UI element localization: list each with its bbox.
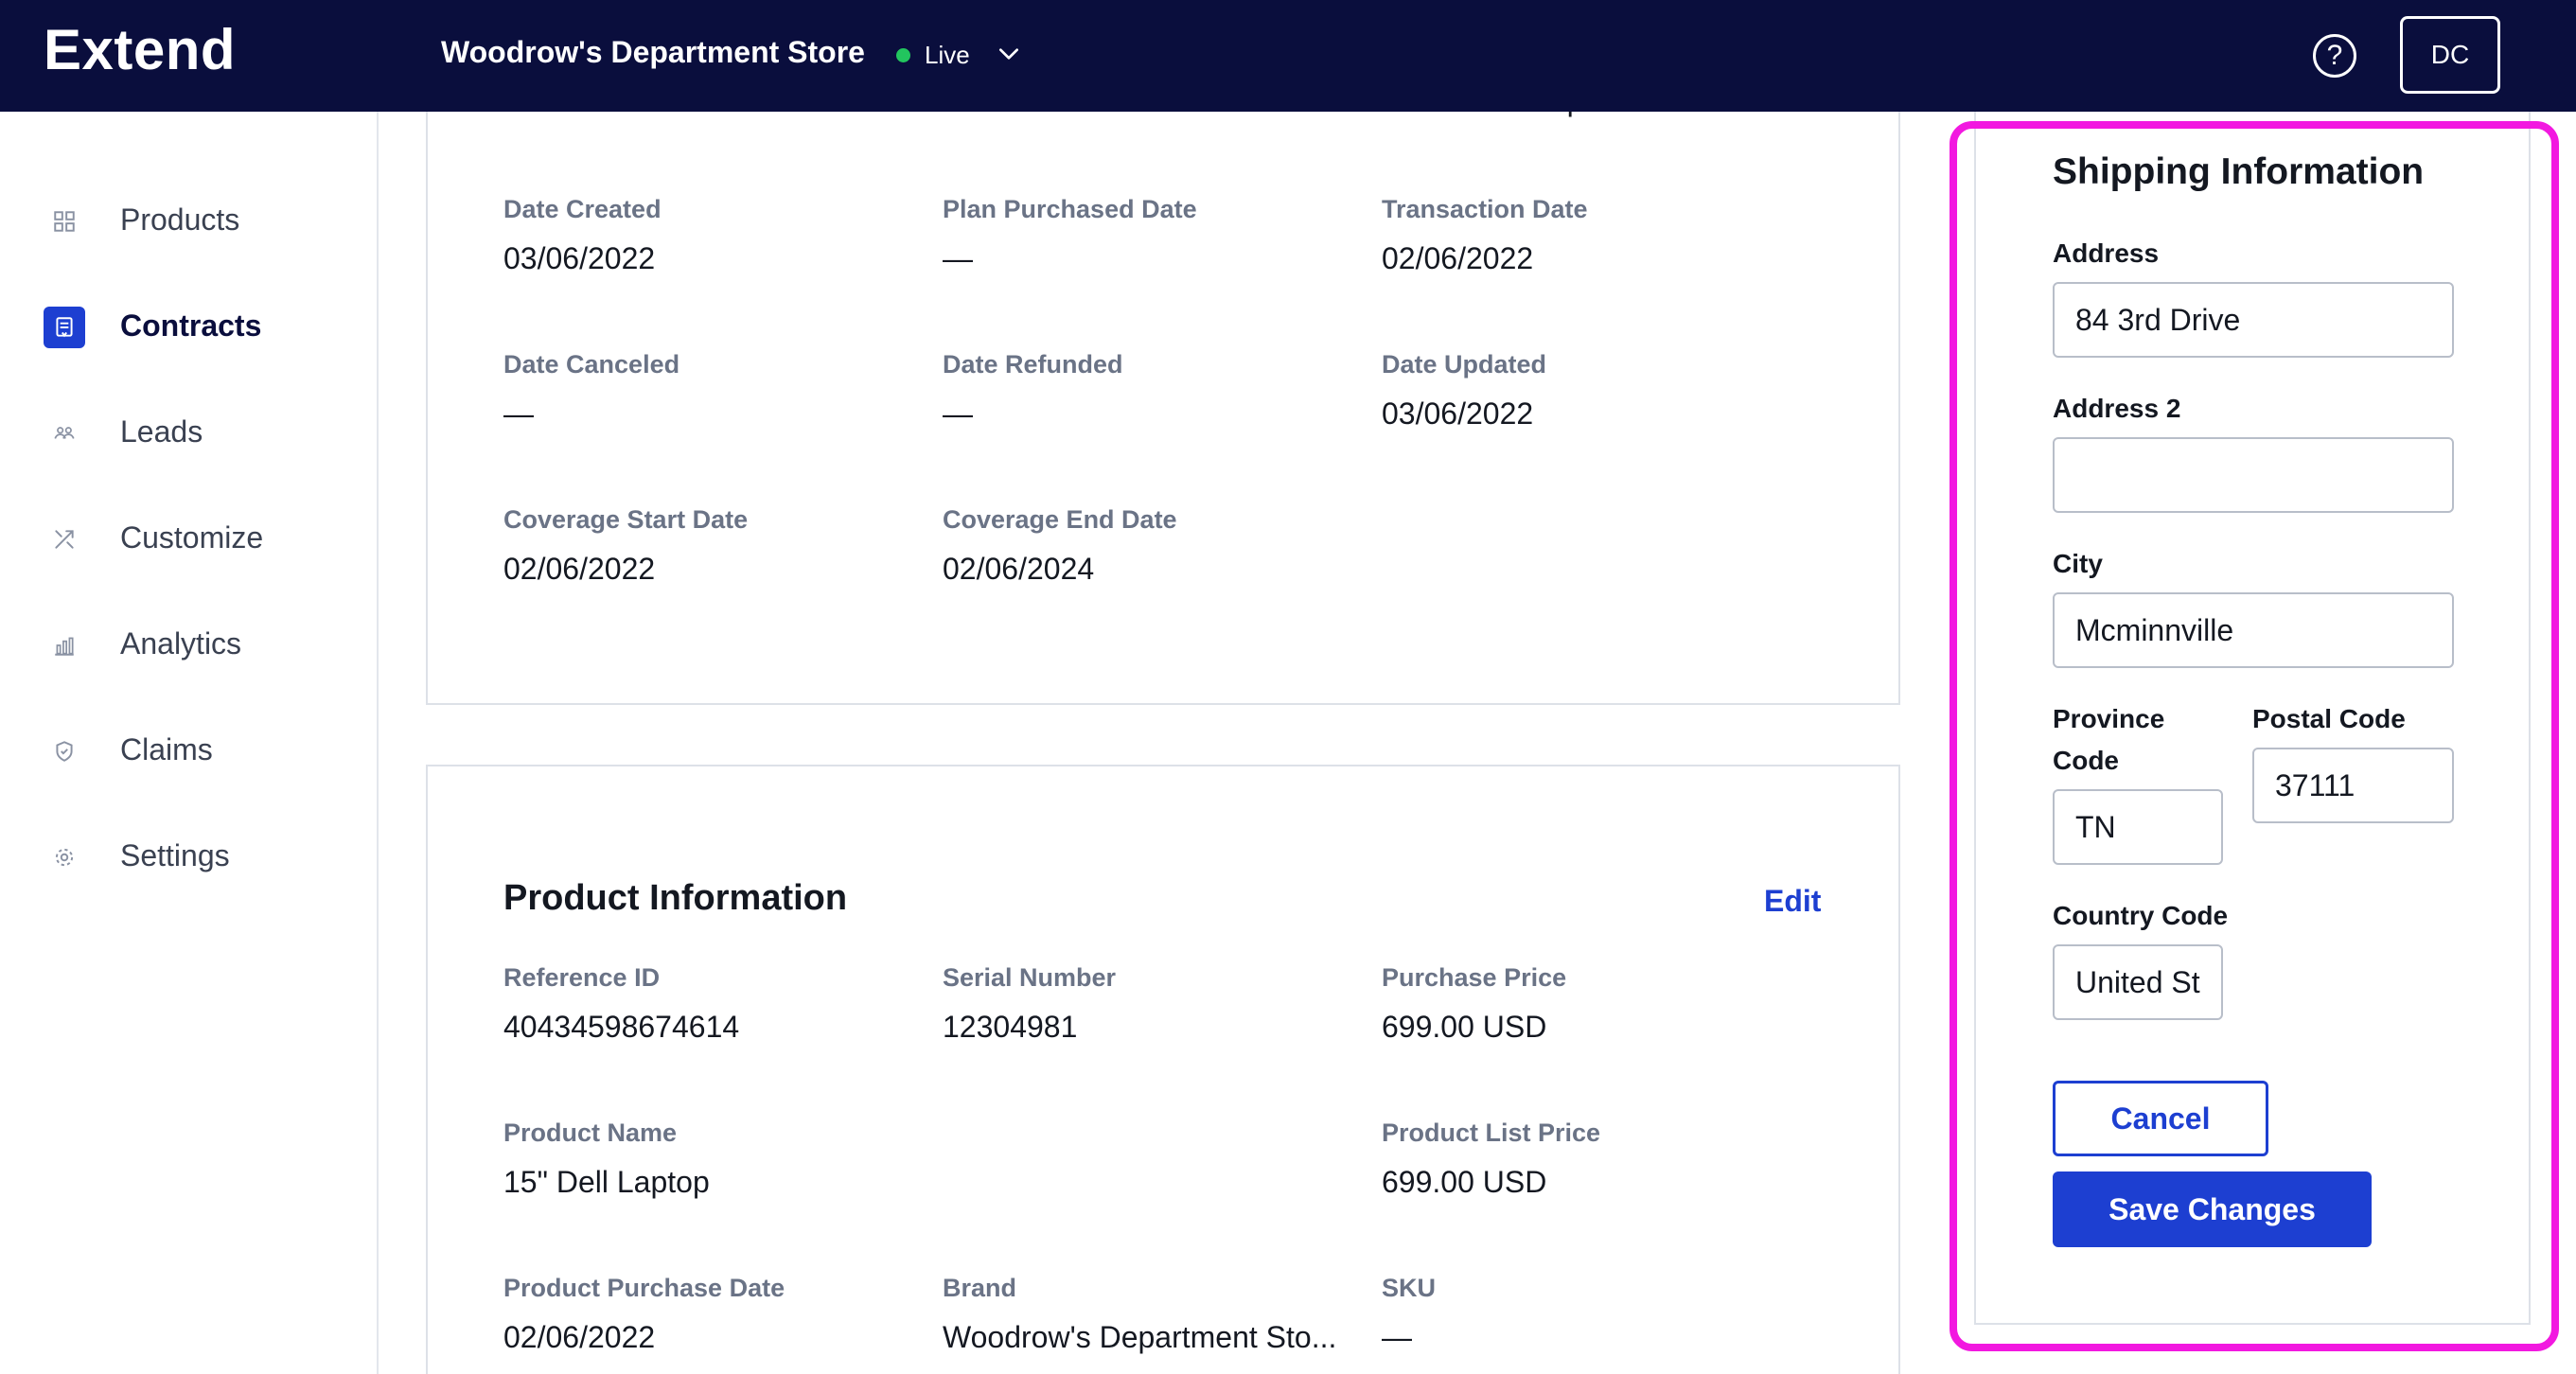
field-value: — — [1382, 1320, 1412, 1354]
sidebar-item-label: Claims — [120, 732, 213, 766]
field-value: — — [503, 396, 534, 431]
store-name[interactable]: Woodrow's Department Store — [441, 35, 865, 70]
sidebar-item-analytics[interactable]: Analytics — [0, 608, 379, 683]
address-2-label: Address 2 — [2053, 394, 2181, 423]
city-input[interactable] — [2053, 592, 2454, 668]
field-label: Date Updated — [1382, 350, 1547, 379]
field-value: 12304981 — [943, 1010, 1078, 1044]
date-created-field: Date Created 03/06/2022 — [503, 195, 920, 276]
product-information-title: Product Information — [503, 878, 848, 918]
field-value: 699.00 USD — [1382, 1165, 1547, 1199]
sku-field: SKU — — [1382, 1274, 1798, 1355]
product-purchase-date-field: Product Purchase Date 02/06/2022 — [503, 1274, 920, 1355]
sidebar-item-label: Analytics — [120, 626, 242, 661]
sidebar: Products Contracts Leads Customize Analy… — [0, 112, 379, 1374]
address-2-input[interactable] — [2053, 437, 2454, 513]
country-code-input[interactable] — [2053, 944, 2223, 1020]
country-code-label: Country Code — [2053, 901, 2229, 930]
sidebar-item-label: Leads — [120, 414, 203, 449]
city-label: City — [2053, 549, 2103, 578]
reference-id-field: Reference ID 40434598674614 — [503, 963, 920, 1045]
field-value: — — [943, 241, 973, 275]
field-label: Product List Price — [1382, 1119, 1601, 1147]
province-code-label: Province Code — [2053, 698, 2164, 782]
contract-document-icon — [44, 307, 85, 348]
transaction-date-field: Transaction Date 02/06/2022 — [1382, 195, 1798, 276]
province-code-input[interactable] — [2053, 789, 2223, 865]
user-menu-button[interactable]: DC — [2400, 16, 2500, 94]
field-label: SKU — [1382, 1274, 1437, 1302]
cancel-button[interactable]: Cancel — [2053, 1081, 2268, 1156]
field-label: Plan Purchased Date — [943, 195, 1197, 223]
product-list-price-field: Product List Price 699.00 USD — [1382, 1119, 1798, 1200]
sidebar-item-label: Contracts — [120, 308, 262, 343]
product-name-field: Product Name 15" Dell Laptop — [503, 1119, 920, 1200]
plan-purchased-date-field: Plan Purchased Date — — [943, 195, 1359, 276]
postal-code-input[interactable] — [2252, 748, 2454, 823]
province-code-label-line2: Code — [2053, 746, 2119, 775]
edit-product-link[interactable]: Edit — [1764, 884, 1821, 919]
field-label: Coverage Start Date — [503, 505, 749, 534]
date-updated-field: Date Updated 03/06/2022 — [1382, 350, 1798, 432]
field-label: Coverage End Date — [943, 505, 1177, 534]
field-value: 03/06/2022 — [503, 241, 656, 275]
address-label: Address — [2053, 238, 2160, 268]
field-label: Date Canceled — [503, 350, 680, 379]
serial-number-field: Serial Number 12304981 — [943, 963, 1359, 1045]
coverage-end-date-field: Coverage End Date 02/06/2024 — [943, 505, 1359, 587]
field-value: 02/06/2022 — [503, 1320, 656, 1354]
grid-icon — [44, 201, 85, 242]
shield-icon — [44, 731, 85, 772]
environment-label[interactable]: Live — [925, 41, 970, 70]
people-icon — [44, 413, 85, 454]
sidebar-item-label: Customize — [120, 520, 264, 555]
field-value: 03/06/2022 — [1382, 396, 1534, 431]
field-value: 699.00 USD — [1382, 1010, 1547, 1044]
save-changes-button[interactable]: Save Changes — [2053, 1171, 2372, 1247]
date-refunded-field: Date Refunded — — [943, 350, 1359, 432]
field-value: 02/06/2024 — [943, 552, 1095, 586]
field-label: Product Purchase Date — [503, 1274, 785, 1302]
field-label: Date Refunded — [943, 350, 1123, 379]
field-label: Brand — [943, 1274, 1017, 1302]
field-label: Transaction Date — [1382, 195, 1588, 223]
sidebar-item-products[interactable]: Products — [0, 184, 379, 259]
chevron-down-icon[interactable] — [997, 42, 1021, 66]
province-code-label-line1: Province — [2053, 704, 2165, 733]
field-value: 02/06/2022 — [503, 552, 656, 586]
sidebar-item-customize[interactable]: Customize — [0, 502, 379, 577]
sidebar-item-contracts[interactable]: Contracts — [0, 290, 379, 365]
postal-code-label: Postal Code — [2252, 704, 2406, 733]
help-circle-icon[interactable]: ? — [2313, 34, 2356, 78]
field-label: Serial Number — [943, 963, 1117, 992]
sidebar-item-label: Products — [120, 203, 240, 237]
field-label: Product Name — [503, 1119, 678, 1147]
sidebar-item-settings[interactable]: Settings — [0, 819, 379, 895]
field-value: — — [943, 396, 973, 431]
field-label: Reference ID — [503, 963, 661, 992]
sidebar-item-leads[interactable]: Leads — [0, 396, 379, 471]
field-value: 15" Dell Laptop — [503, 1165, 710, 1199]
sidebar-item-label: Settings — [120, 838, 230, 872]
address-input[interactable] — [2053, 282, 2454, 358]
coverage-start-date-field: Coverage Start Date 02/06/2022 — [503, 505, 920, 587]
date-canceled-field: Date Canceled — — [503, 350, 920, 432]
field-value: Woodrow's Department Sto... — [943, 1320, 1337, 1354]
gear-icon — [44, 837, 85, 878]
bar-chart-icon — [44, 625, 85, 666]
field-label: Date Created — [503, 195, 662, 223]
brand-logo[interactable]: Extend — [44, 17, 236, 82]
field-label: Purchase Price — [1382, 963, 1567, 992]
sidebar-item-claims[interactable]: Claims — [0, 713, 379, 789]
tools-icon — [44, 519, 85, 560]
field-value: 02/06/2022 — [1382, 241, 1534, 275]
live-status-dot — [896, 48, 910, 62]
purchase-price-field: Purchase Price 699.00 USD — [1382, 963, 1798, 1045]
field-value: 40434598674614 — [503, 1010, 740, 1044]
brand-field: Brand Woodrow's Department Sto... — [943, 1274, 1359, 1355]
shipping-information-title: Shipping Information — [2053, 151, 2425, 192]
